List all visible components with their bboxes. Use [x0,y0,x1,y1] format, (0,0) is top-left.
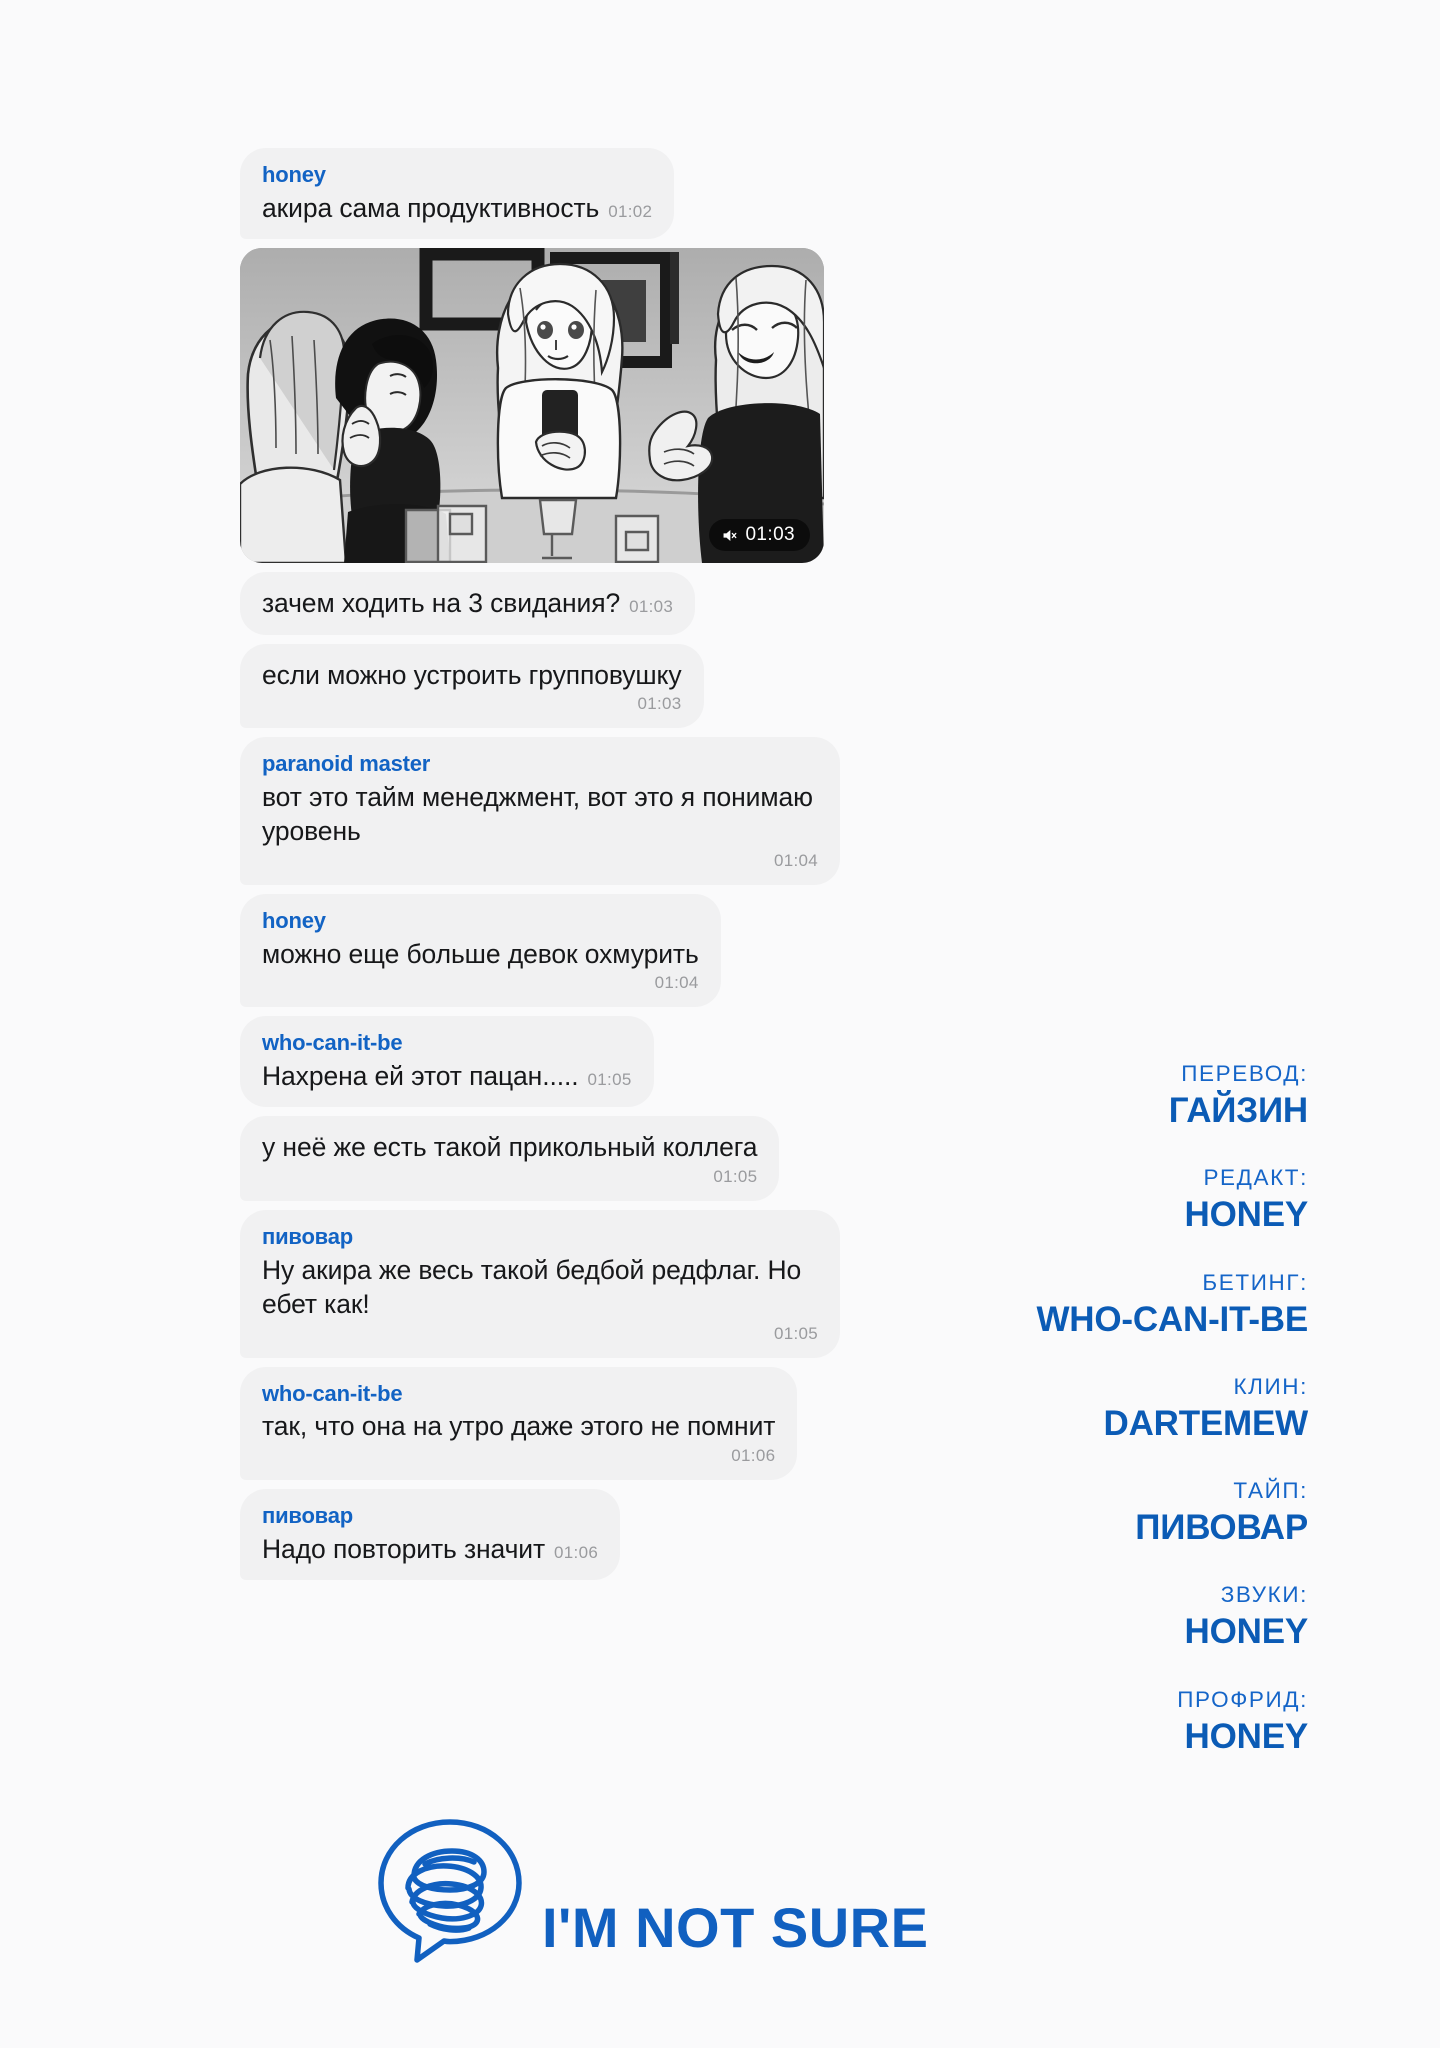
message-sender-name: who-can-it-be [262,1380,403,1406]
message-sender-name: honey [262,907,326,933]
chat-message-bubble[interactable]: зачем ходить на 3 свидания? 01:03 [240,572,696,635]
credit-entry: БЕТИНГ: WHO-CAN-IT-BE [888,1269,1308,1340]
credit-person-name: HONEY [1184,1612,1309,1652]
chat-message-bubble[interactable]: если можно устроить групповушку 01:03 [240,643,704,729]
message-timestamp: 01:05 [713,1166,758,1186]
chat-message-bubble[interactable]: honey акира сама продуктивность 01:02 [240,148,675,240]
media-duration-text: 01:03 [745,524,795,546]
credit-role-label: РЕДАКТ: [1203,1165,1308,1191]
page-root: honey акира сама продуктивность 01:02 01… [0,0,1440,2048]
message-sender-name: paranoid master [262,751,431,777]
message-text: Надо повторить значит 01:06 [262,1533,599,1564]
message-sender-name: пивовар [262,1223,353,1249]
logo-text: I'M NOT SURE [542,1896,929,1959]
message-text: у неё же есть такой прикольный коллега [262,1132,758,1163]
message-timestamp: 01:05 [587,1069,632,1089]
credit-role-label: ПЕРЕВОД: [1181,1061,1308,1086]
media-message-thumbnail[interactable]: 01:03 [240,248,824,564]
message-text: так, что она на утро даже этого не помни… [262,1411,776,1442]
message-text: вот это тайм менеджмент, вот это я поним… [262,781,813,847]
credit-role-label: БЕТИНГ: [1202,1269,1308,1295]
credits-panel: ПЕРЕВОД: ГАЙЗИН РЕДАКТ: HONEY БЕТИНГ: WHO-CAN… [888,1060,1308,1757]
message-timestamp: 01:04 [654,973,699,993]
chat-message-bubble[interactable]: пивовар Ну акира же весь такой бедбой ред… [240,1209,840,1358]
credit-entry: ЗВУКИ: HONEY [888,1581,1309,1652]
chat-message-bubble[interactable]: who-can-it-be Нахрена ей этот пацан..... 0… [240,1016,654,1108]
message-sender-name: who-can-it-be [262,1030,403,1056]
speech-bubble-scribble-icon [370,1810,530,1970]
chat-message-bubble[interactable]: у неё же есть такой прикольный коллега 01… [240,1116,780,1201]
message-timestamp: 01:02 [608,201,653,221]
credit-person-name: ГАЙЗИН [1168,1091,1308,1130]
credit-entry: РЕДАКТ: HONEY [888,1164,1309,1235]
message-timestamp: 01:06 [731,1445,776,1465]
message-text: Ну акира же весь такой бедбой редфлаг. Н… [262,1254,802,1320]
credit-entry: ПЕРЕВОД: ГАЙЗИН [888,1060,1308,1131]
message-timestamp: 01:03 [637,694,682,714]
chat-message-bubble[interactable]: who-can-it-be так, что она на утро даже э… [240,1366,798,1480]
muted-speaker-icon [721,527,738,544]
message-text: акира сама продуктивность 01:02 [262,192,653,223]
credit-entry: ТАЙП: ПИВОВАР [888,1477,1308,1548]
message-text: можно еще больше девок охмурить [262,938,699,969]
credit-role-label: ЗВУКИ: [1220,1582,1308,1608]
media-duration-badge: 01:03 [709,519,810,552]
footer-logo: I'M NOT SURE [370,1810,928,1970]
credit-person-name: DARTEMEW [1103,1403,1309,1443]
message-sender-name: honey [262,162,326,187]
message-timestamp: 01:04 [773,850,818,870]
message-sender-name: пивовар [262,1502,353,1528]
message-timestamp: 01:05 [773,1323,818,1343]
credit-person-name: WHO-CAN-IT-BE [1036,1299,1308,1339]
chat-message-bubble[interactable]: honey можно еще больше девок охмурить 01:0… [240,893,721,1008]
credit-entry: ПРОФРИД: HONEY [888,1686,1308,1757]
chat-message-bubble[interactable]: пивовар Надо повторить значит 01:06 [240,1488,621,1581]
message-text: Нахрена ей этот пацан..... 01:05 [262,1060,632,1091]
message-timestamp: 01:03 [629,597,674,617]
message-text: если можно устроить групповушку [262,659,682,690]
credit-role-label: ПРОФРИД: [1177,1686,1308,1712]
message-text: зачем ходить на 3 свидания? 01:03 [262,588,674,619]
credit-role-label: ТАЙП: [1233,1478,1308,1504]
credit-person-name: ПИВОВАР [1135,1508,1308,1548]
credit-person-name: HONEY [1184,1716,1309,1756]
credit-person-name: HONEY [1184,1195,1309,1235]
credit-role-label: КЛИН: [1233,1373,1308,1399]
credit-entry: КЛИН: DARTEMEW [888,1373,1309,1444]
chat-message-bubble[interactable]: paranoid master вот это тайм менеджмент, … [240,737,840,885]
message-timestamp: 01:06 [554,1542,599,1562]
chat-thread: honey акира сама продуктивность 01:02 01… [240,148,840,1589]
